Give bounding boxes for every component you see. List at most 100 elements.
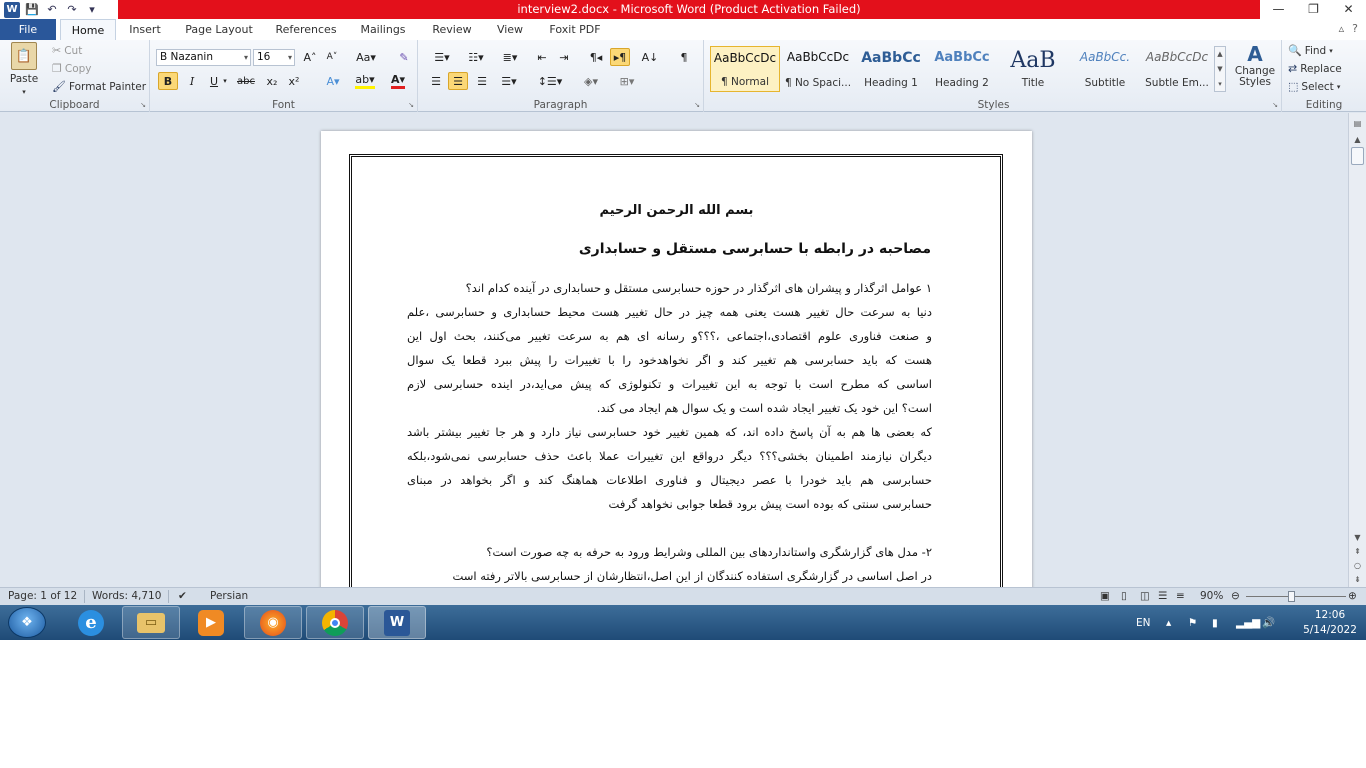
action-center-icon[interactable]: ⚑ <box>1188 605 1197 640</box>
style-heading-2[interactable]: AaBbCc Heading 2 <box>927 46 997 92</box>
doc-paragraph-line[interactable]: حسابرسی هم باید خودرا با عصر دیجیتال و ف… <box>407 473 932 487</box>
bullets-button[interactable]: ☰▾ <box>428 48 456 66</box>
doc-paragraph-line[interactable]: ۲- مدل های گزارشگری واستاندارد‌های بین ا… <box>486 545 932 559</box>
browse-object-icon[interactable]: ○ <box>1350 559 1365 573</box>
justify-button[interactable]: ☰▾ <box>496 72 522 90</box>
more-styles-icon[interactable]: ▾ <box>1215 77 1225 92</box>
taskbar-file-explorer[interactable]: ▭ <box>122 606 180 639</box>
dialog-launcher-icon[interactable]: ↘ <box>694 101 700 109</box>
word-count[interactable]: Words: 4,710 <box>92 590 161 602</box>
multilevel-list-button[interactable]: ≣▾ <box>496 48 524 66</box>
tab-foxit-pdf[interactable]: Foxit PDF <box>542 19 608 40</box>
replace-button[interactable]: ⇄ Replace <box>1288 62 1342 75</box>
ltr-direction-button[interactable]: ▸¶ <box>610 48 630 66</box>
show-hidden-icons[interactable]: ▴ <box>1166 605 1171 640</box>
taskbar-chrome[interactable] <box>306 606 364 639</box>
font-name-combo[interactable]: B Nazanin ▾ <box>156 49 251 66</box>
tab-references[interactable]: References <box>270 19 342 40</box>
doc-paragraph-line[interactable]: که بعضی ها هم به آن پاسخ داده اند، که هم… <box>407 425 932 439</box>
zoom-level[interactable]: 90% <box>1200 590 1223 602</box>
rtl-direction-button[interactable]: ¶◂ <box>586 48 606 66</box>
tab-page-layout[interactable]: Page Layout <box>180 19 258 40</box>
italic-button[interactable]: I <box>182 72 202 90</box>
style-heading-1[interactable]: AaBbCc Heading 1 <box>856 46 926 92</box>
font-size-combo[interactable]: 16 ▾ <box>253 49 295 66</box>
doc-paragraph-line[interactable]: هست که باید حسابرسی هم تغییر کند و اگر ن… <box>407 353 932 367</box>
scrollbar-thumb[interactable] <box>1351 147 1364 165</box>
subscript-button[interactable]: x₂ <box>262 72 282 90</box>
doc-paragraph-line[interactable]: دیگران نیازمند اطمینان بخشی؟؟؟ دیگر دروا… <box>407 449 932 463</box>
style-normal[interactable]: AaBbCcDc ¶ Normal <box>710 46 780 92</box>
scroll-up-icon[interactable]: ▲ <box>1350 133 1365 147</box>
doc-paragraph-line[interactable]: است؟ این خود یک تغییر ایجاد شده است و یک… <box>597 401 932 415</box>
minimize-ribbon-icon[interactable]: ▵ <box>1339 22 1345 35</box>
taskbar-word[interactable]: W <box>368 606 426 639</box>
find-button[interactable]: 🔍 Find ▾ <box>1288 44 1333 57</box>
dialog-launcher-icon[interactable]: ↘ <box>1272 101 1278 109</box>
shading-button[interactable]: ◈▾ <box>576 72 606 90</box>
align-right-button[interactable]: ☰ <box>472 72 492 90</box>
bold-button[interactable]: B <box>158 72 178 90</box>
dialog-launcher-icon[interactable]: ↘ <box>140 101 146 109</box>
doc-paragraph-line[interactable]: دنیا به سرعت حال تغییر هست یعنی همه چیز … <box>407 305 932 319</box>
previous-page-icon[interactable]: ⇞ <box>1350 545 1365 559</box>
doc-paragraph-line[interactable]: و صنعت فناوری علوم اقتصادی،اجتماعی ،؟؟؟و… <box>407 329 932 343</box>
document-workspace[interactable]: بسم الله الرحمن الرحیم مصاحبه در رابطه ب… <box>0 113 1348 587</box>
undo-icon[interactable]: ↶ <box>44 2 60 18</box>
underline-dropdown[interactable]: ▾ <box>220 72 230 90</box>
taskbar-media-player[interactable]: ▶ <box>182 606 240 639</box>
borders-button[interactable]: ⊞▾ <box>612 72 642 90</box>
zoom-slider-thumb[interactable] <box>1288 591 1295 602</box>
ruler-toggle-icon[interactable]: ▤ <box>1350 117 1365 131</box>
doc-paragraph-line[interactable]: ۱ عوامل اثرگذار و پیشران های اثرگذار در … <box>466 281 932 295</box>
select-button[interactable]: ⬚ Select ▾ <box>1288 80 1340 93</box>
scroll-down-icon[interactable]: ▼ <box>1215 62 1225 77</box>
redo-icon[interactable]: ↷ <box>64 2 80 18</box>
tab-mailings[interactable]: Mailings <box>352 19 414 40</box>
customize-qat-icon[interactable]: ▾ <box>84 2 100 18</box>
superscript-button[interactable]: x² <box>284 72 304 90</box>
tab-review[interactable]: Review <box>426 19 478 40</box>
font-color-button[interactable]: A▾ <box>384 72 412 90</box>
scroll-up-icon[interactable]: ▲ <box>1215 47 1225 62</box>
doc-heading-title[interactable]: مصاحبه در رابطه با حسابرسی مستقل و حسابد… <box>579 241 931 257</box>
paste-button[interactable]: 📋 Paste ▾ <box>6 42 42 96</box>
change-styles-button[interactable]: A Change Styles <box>1230 42 1280 88</box>
proofing-icon[interactable]: ✔ <box>178 590 187 602</box>
draft-view-icon[interactable]: ≡ <box>1176 590 1185 602</box>
doc-paragraph-line[interactable]: در اصل اساسی در گزارشگری استفاده کنندگان… <box>452 569 932 583</box>
increase-indent-button[interactable]: ⇥ <box>554 48 574 66</box>
doc-paragraph-line[interactable]: اساسی که مطرح است با توجه به این تغییرات… <box>407 377 932 391</box>
align-left-button[interactable]: ☰ <box>426 72 446 90</box>
style-subtle-emphasis[interactable]: AaBbCcDc Subtle Em... <box>1142 46 1212 92</box>
doc-heading-bismillah[interactable]: بسم الله الرحمن الرحیم <box>321 203 1032 218</box>
outline-view-icon[interactable]: ☰ <box>1158 590 1167 602</box>
vertical-scrollbar[interactable]: ▤ ▲ ▼ ⇞ ○ ⇟ <box>1348 113 1366 587</box>
copy-button[interactable]: ❐ Copy <box>52 62 92 75</box>
minimize-button[interactable]: — <box>1261 0 1296 19</box>
volume-icon[interactable]: 🔊 <box>1262 605 1275 640</box>
page-count[interactable]: Page: 1 of 12 <box>8 590 77 602</box>
style-title[interactable]: AaB Title <box>998 46 1068 92</box>
strikethrough-button[interactable]: abc <box>234 72 258 90</box>
style-subtitle[interactable]: AaBbCc. Subtitle <box>1070 46 1140 92</box>
print-layout-view-icon[interactable]: ▣ <box>1100 590 1110 602</box>
language-indicator[interactable]: Persian <box>210 590 248 602</box>
show-marks-button[interactable]: ¶ <box>674 48 694 66</box>
line-spacing-button[interactable]: ↕☰▾ <box>536 72 564 90</box>
taskbar-firefox[interactable]: ◉ <box>244 606 302 639</box>
system-clock[interactable]: 12:06 5/14/2022 <box>1300 608 1360 638</box>
network-icon[interactable]: ▂▄▆ <box>1236 605 1260 640</box>
sort-button[interactable]: A↓ <box>640 48 660 66</box>
clear-formatting-button[interactable]: ✎ <box>394 48 414 66</box>
zoom-in-icon[interactable]: ⊕ <box>1348 590 1357 602</box>
tab-home[interactable]: Home <box>60 19 116 40</box>
text-effects-button[interactable]: A▾ <box>320 72 346 90</box>
web-layout-icon[interactable]: ◫ <box>1140 590 1150 602</box>
start-button[interactable]: ❖ <box>8 607 46 638</box>
numbering-button[interactable]: ☷▾ <box>462 48 490 66</box>
doc-paragraph-line[interactable]: حسابرسی سنتی که بوده است پیش برود قطعا ج… <box>609 497 932 511</box>
decrease-indent-button[interactable]: ⇤ <box>532 48 552 66</box>
tray-language[interactable]: EN <box>1136 605 1151 640</box>
dialog-launcher-icon[interactable]: ↘ <box>408 101 414 109</box>
